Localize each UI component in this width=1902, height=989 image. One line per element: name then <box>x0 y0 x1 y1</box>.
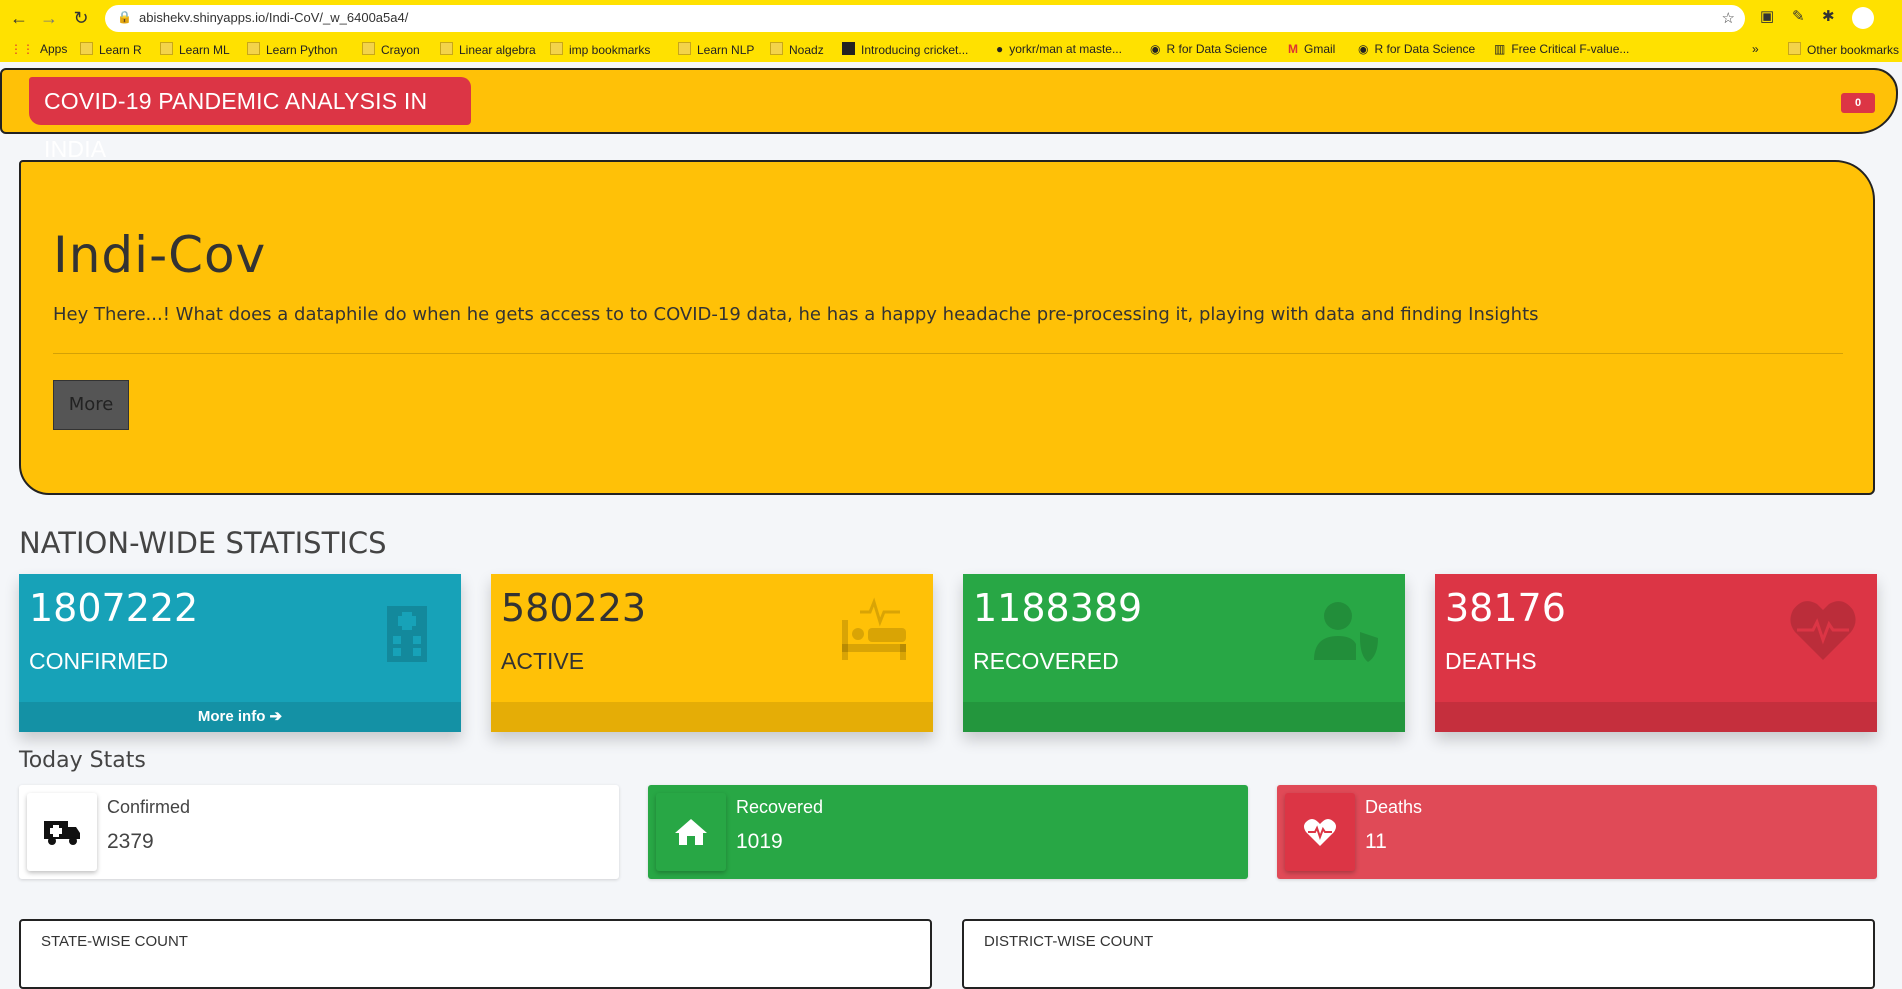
recovered-box: 1188389 RECOVERED <box>963 574 1405 732</box>
bar-chart-icon: ▥ <box>1494 42 1506 56</box>
extension-icon[interactable]: ✎ <box>1792 7 1805 25</box>
stat-value: 38176 <box>1445 586 1566 630</box>
user-shield-icon <box>1314 602 1378 662</box>
back-icon[interactable]: ← <box>8 7 30 29</box>
stat-footer <box>963 702 1405 732</box>
bookmark-item[interactable]: imp bookmarks <box>550 42 650 57</box>
gmail-icon: M <box>1288 42 1298 56</box>
bookmark-item[interactable]: ▥ Free Critical F-value... <box>1494 42 1629 56</box>
today-stats-title: Today Stats <box>19 748 146 773</box>
page-title: Indi-Cov <box>53 226 267 284</box>
today-value: 1019 <box>736 830 783 853</box>
intro-text: Hey There...! What does a dataphile do w… <box>53 304 1539 325</box>
bookmark-folder[interactable]: Other bookmarks <box>1788 42 1899 57</box>
intro-jumbotron: Indi-Cov Hey There...! What does a datap… <box>19 160 1875 495</box>
notification-badge[interactable]: 0 <box>1841 93 1875 113</box>
hospital-icon <box>387 606 427 662</box>
card-title: DISTRICT-WISE COUNT <box>984 933 1154 950</box>
stat-value: 580223 <box>501 586 647 630</box>
bookmark-item[interactable]: Crayon <box>362 42 420 57</box>
bookmark-item[interactable]: Noadz <box>770 42 824 57</box>
home-icon <box>656 793 726 871</box>
address-bar[interactable]: 🔒 abishekv.shinyapps.io/Indi-CoV/_w_6400… <box>105 5 1745 32</box>
url-text: abishekv.shinyapps.io/Indi-CoV/_w_6400a5… <box>139 10 409 25</box>
bookmark-item[interactable]: Learn NLP <box>678 42 754 57</box>
today-confirmed-box: Confirmed 2379 <box>19 785 619 879</box>
stat-footer <box>491 702 933 732</box>
today-label: Confirmed <box>107 797 191 817</box>
bookmark-item[interactable]: Learn ML <box>160 42 230 57</box>
ambulance-icon <box>27 793 97 871</box>
bookmark-item[interactable]: Learn Python <box>247 42 337 57</box>
bookmark-item[interactable]: ◉ R for Data Science <box>1150 42 1267 56</box>
deaths-box: 38176 DEATHS <box>1435 574 1877 732</box>
bookmark-item[interactable]: M Gmail <box>1288 42 1335 56</box>
stat-footer <box>1435 702 1877 732</box>
heartbeat-icon <box>1790 601 1856 660</box>
bookmarks-bar: ⋮⋮ Apps Learn R Learn ML Learn Python Cra… <box>0 36 1902 62</box>
today-value: 11 <box>1365 830 1387 853</box>
confirmed-box: 1807222 CONFIRMED More info ➔ <box>19 574 461 732</box>
bed-pulse-icon <box>842 597 906 660</box>
bookmark-star-icon[interactable]: ☆ <box>1722 9 1735 27</box>
stat-label: RECOVERED <box>973 648 1119 674</box>
stat-value: 1807222 <box>29 586 199 630</box>
bookmark-item[interactable]: ◉ R for Data Science <box>1358 42 1475 56</box>
stat-value: 1188389 <box>973 586 1143 630</box>
bookmark-item[interactable]: ⋮⋮ Apps <box>10 42 67 56</box>
stat-label: DEATHS <box>1445 648 1537 674</box>
puzzle-icon[interactable]: ✱ <box>1822 7 1835 25</box>
lock-icon: 🔒 <box>117 10 132 24</box>
active-box: 580223 ACTIVE <box>491 574 933 732</box>
today-label: Deaths <box>1365 797 1423 817</box>
nation-stats-title: NATION-WIDE STATISTICS <box>19 526 387 560</box>
divider <box>53 353 1843 354</box>
github-icon: ● <box>996 42 1004 56</box>
today-label: Recovered <box>736 797 824 817</box>
more-info-link[interactable]: More info ➔ <box>19 702 461 732</box>
stat-label: CONFIRMED <box>29 648 169 674</box>
brand-title: COVID-19 PANDEMIC ANALYSIS IN INDIA <box>29 77 471 162</box>
browser-toolbar: ← → ↻ 🔒 abishekv.shinyapps.io/Indi-CoV/_… <box>0 0 1902 36</box>
profile-avatar[interactable] <box>1852 7 1874 29</box>
reload-icon[interactable]: ↻ <box>70 7 92 29</box>
forward-icon[interactable]: → <box>38 7 60 29</box>
bookmark-item[interactable]: ● yorkr/man at maste... <box>996 42 1122 56</box>
more-button[interactable]: More <box>53 380 129 430</box>
bookmark-item[interactable]: Introducing cricket... <box>842 42 968 57</box>
globe-icon: ◉ <box>1358 42 1369 56</box>
extension-icon[interactable]: ▣ <box>1760 7 1774 25</box>
state-wise-card: STATE-WISE COUNT <box>19 919 932 989</box>
bookmark-item[interactable]: Linear algebra <box>440 42 536 57</box>
today-deaths-box: Deaths 11 <box>1277 785 1877 879</box>
globe-icon: ◉ <box>1150 42 1161 56</box>
today-recovered-box: Recovered 1019 <box>648 785 1248 879</box>
today-value: 2379 <box>107 830 154 853</box>
heartbeat-icon <box>1285 793 1355 871</box>
bookmark-item[interactable]: Learn R <box>80 42 142 57</box>
district-wise-card: DISTRICT-WISE COUNT <box>962 919 1875 989</box>
card-title: STATE-WISE COUNT <box>41 933 188 950</box>
stat-label: ACTIVE <box>501 648 585 674</box>
bookmarks-overflow-icon[interactable]: » <box>1752 42 1759 56</box>
